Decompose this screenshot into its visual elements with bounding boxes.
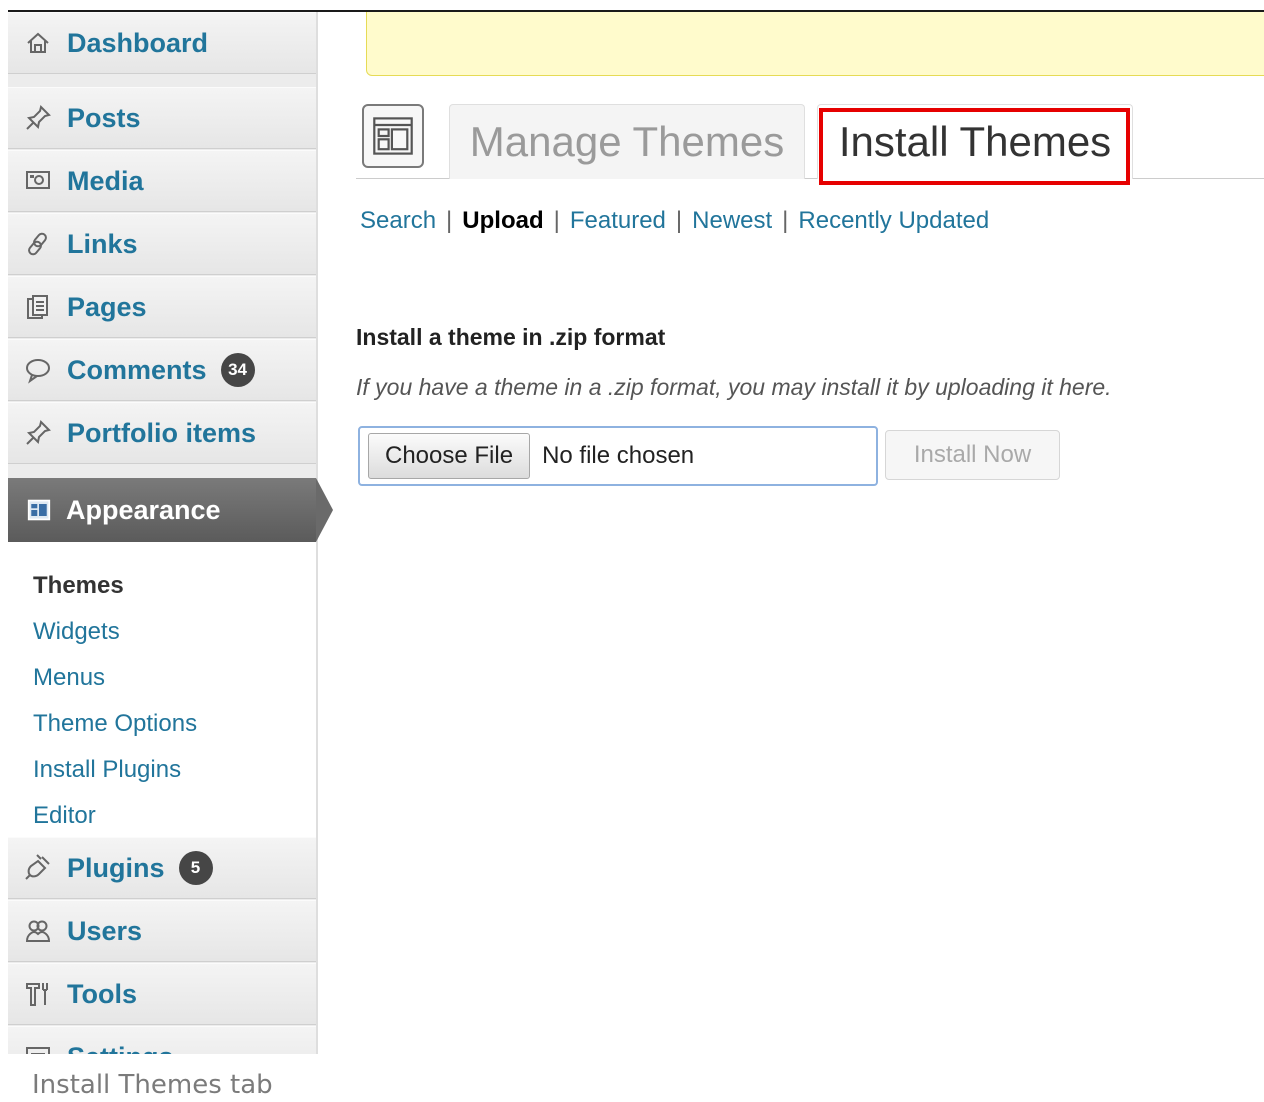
subnav-separator: |	[675, 207, 683, 234]
sidebar-item-label: Dashboard	[67, 27, 209, 58]
subnav-separator: |	[446, 207, 453, 234]
dashboard-icon	[21, 26, 55, 60]
tab-manage-themes[interactable]: Manage Themes	[449, 104, 805, 179]
file-status-text: No file chosen	[542, 442, 695, 469]
theme-zip-file-input[interactable]: Choose File No file chosen	[358, 426, 878, 486]
submenu-item-themes[interactable]: Themes	[33, 572, 124, 600]
sidebar-item-users[interactable]: Users	[8, 900, 316, 962]
choose-file-button[interactable]: Choose File	[368, 433, 531, 479]
submenu-item-install-plugins[interactable]: Install Plugins	[33, 756, 181, 784]
submenu-item-widgets[interactable]: Widgets	[33, 618, 120, 646]
sidebar-item-appearance[interactable]: Appearance	[8, 478, 316, 542]
sidebar-item-label: Pages	[67, 291, 147, 322]
tab-install-themes[interactable]: Install Themes	[817, 104, 1133, 179]
submenu-item-theme-options[interactable]: Theme Options	[33, 710, 197, 738]
subnav-recently-updated-link[interactable]: Recently Updated	[798, 207, 989, 234]
sidebar-item-label: Tools	[67, 978, 137, 1009]
settings-icon	[21, 1040, 55, 1054]
appearance-submenu: Themes Widgets Menus Theme Options Insta…	[8, 542, 316, 842]
sidebar-item-label: Settings	[67, 1042, 174, 1055]
comments-count-badge: 34	[220, 353, 255, 387]
admin-sidebar: Dashboard Posts Media Links Pages Commen…	[8, 12, 318, 1054]
submenu-item-editor[interactable]: Editor	[33, 802, 96, 830]
pin-icon	[21, 101, 55, 135]
sidebar-item-tools[interactable]: Tools	[8, 963, 316, 1025]
appearance-icon	[24, 495, 54, 525]
subnav-search-link[interactable]: Search	[360, 207, 436, 234]
sidebar-item-pages[interactable]: Pages	[8, 276, 316, 338]
link-icon	[21, 227, 55, 261]
themes-screen-icon	[362, 104, 424, 168]
subnav-upload-link[interactable]: Upload	[462, 207, 543, 234]
users-icon	[21, 914, 55, 948]
menu-separator	[8, 465, 316, 475]
figure-caption: Install Themes tab	[32, 1070, 273, 1100]
plugins-update-badge: 5	[178, 851, 213, 885]
sidebar-item-label: Links	[67, 228, 138, 259]
current-menu-arrow	[316, 478, 333, 542]
subnav-featured-link[interactable]: Featured	[570, 207, 666, 234]
sidebar-item-plugins[interactable]: Plugins 5	[8, 837, 316, 899]
sidebar-item-label: Comments	[67, 354, 207, 385]
sidebar-item-settings[interactable]: Settings	[8, 1026, 316, 1054]
sidebar-item-label: Media	[67, 165, 144, 196]
subnav-newest-link[interactable]: Newest	[692, 207, 772, 234]
sidebar-item-label: Plugins	[67, 852, 165, 883]
tools-icon	[21, 977, 55, 1011]
admin-notice	[366, 12, 1264, 76]
sidebar-item-comments[interactable]: Comments 34	[8, 339, 316, 401]
comment-icon	[21, 353, 55, 387]
submenu-item-menus[interactable]: Menus	[33, 664, 105, 692]
install-subnav: Search | Upload | Featured | Newest | Recently U…	[360, 207, 989, 235]
sidebar-item-label: Appearance	[66, 494, 221, 525]
pages-icon	[21, 290, 55, 324]
upload-description: If you have a theme in a .zip format, yo…	[356, 374, 1112, 400]
subnav-separator: |	[553, 207, 560, 234]
upload-heading: Install a theme in .zip format	[356, 324, 666, 350]
install-now-button[interactable]: Install Now	[885, 430, 1060, 480]
sidebar-item-posts[interactable]: Posts	[8, 87, 316, 149]
subnav-separator: |	[782, 207, 789, 234]
pin-icon	[21, 416, 55, 450]
sidebar-item-media[interactable]: Media	[8, 150, 316, 212]
plugin-icon	[21, 851, 55, 885]
sidebar-item-links[interactable]: Links	[8, 213, 316, 275]
sidebar-item-portfolio-items[interactable]: Portfolio items	[8, 402, 316, 464]
sidebar-item-label: Portfolio items	[67, 417, 257, 448]
sidebar-item-dashboard[interactable]: Dashboard	[8, 12, 316, 74]
menu-separator	[8, 74, 316, 84]
sidebar-item-label: Users	[67, 915, 143, 946]
sidebar-item-label: Posts	[67, 102, 141, 133]
media-icon	[21, 164, 55, 198]
